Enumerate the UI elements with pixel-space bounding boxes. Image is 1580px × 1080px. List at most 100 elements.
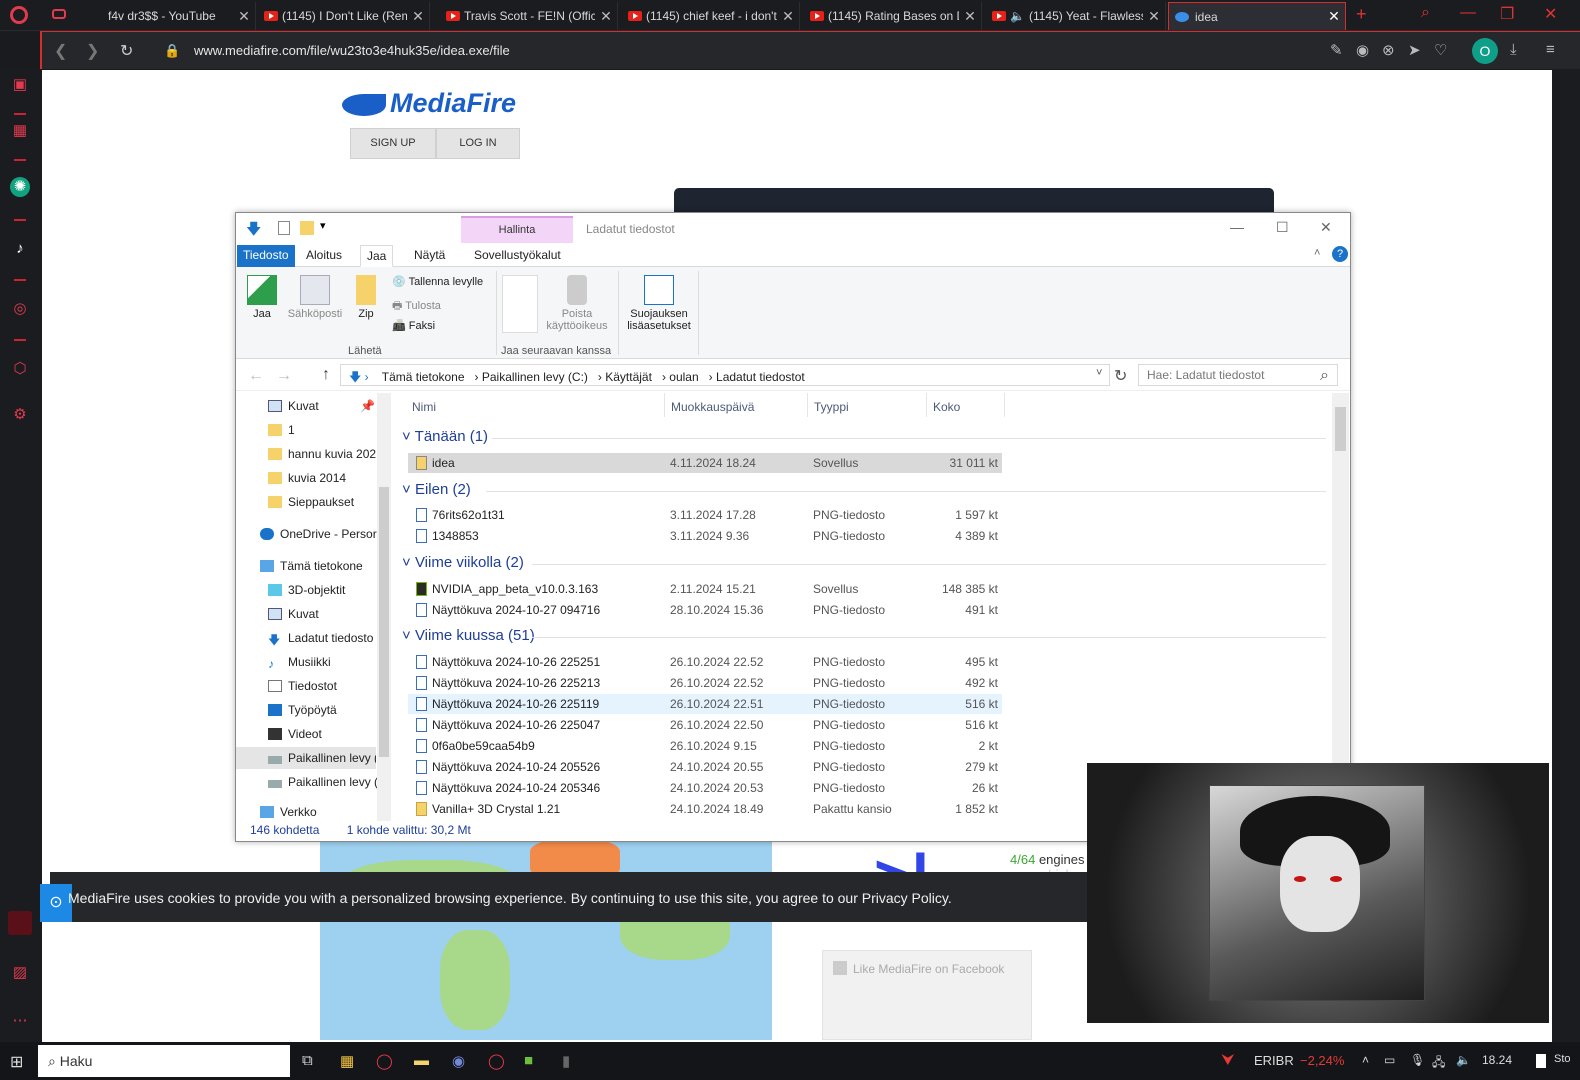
customize-qat-icon[interactable]: ▾	[320, 219, 326, 232]
file-row[interactable]: Näyttökuva 2024-10-26 225251 26.10.2024 2…	[408, 652, 1002, 672]
nav-item[interactable]: Kuvat 📌	[268, 395, 393, 417]
up-icon[interactable]: ↑	[322, 366, 330, 384]
group-header[interactable]: ˅ Tänään (1)	[402, 428, 488, 445]
file-row[interactable]: 1348853 3.11.2024 9.36 PNG-tiedosto 4 389 k…	[408, 526, 1002, 546]
gallery-icon[interactable]: ▨	[8, 961, 32, 985]
forward-icon[interactable]: ❯	[86, 41, 99, 61]
signup-button[interactable]: SIGN UP	[350, 128, 436, 159]
breadcrumb-item[interactable]: oulan	[669, 370, 698, 384]
tab-3[interactable]: Travis Scott - FE!N (Offic ✕	[440, 2, 618, 30]
microphone-icon[interactable]: 🎙	[1410, 1053, 1425, 1067]
forward-icon[interactable]: →	[276, 367, 292, 385]
tab-1[interactable]: f4v dr3$$ - YouTube ✕	[80, 2, 256, 30]
down-arrow-icon[interactable]: 🡇	[246, 219, 261, 244]
tab-file[interactable]: Tiedosto	[237, 245, 295, 267]
nav-item[interactable]: 1	[268, 419, 393, 441]
print-button[interactable]: 🖶 Tulosta	[392, 297, 441, 316]
close-tab-icon[interactable]: ✕	[595, 8, 617, 25]
nav-item[interactable]: Työpöytä	[268, 699, 393, 721]
share-button[interactable]: Jaa	[246, 275, 278, 320]
tab-idea-active[interactable]: idea ✕	[1168, 2, 1346, 30]
file-row[interactable]: Näyttökuva 2024-10-24 205346 24.10.2024 2…	[408, 778, 1002, 798]
back-icon[interactable]: ←	[248, 367, 264, 385]
tab-app-tools[interactable]: Sovellustyökalut	[468, 245, 567, 267]
camera-icon[interactable]: ◉	[1356, 41, 1369, 59]
cube-icon[interactable]: ⬡	[8, 357, 32, 381]
file-explorer-icon[interactable]: ▬	[414, 1052, 429, 1069]
stock-name[interactable]: ERIBR	[1254, 1053, 1294, 1068]
file-list-scrollbar[interactable]	[1332, 393, 1349, 821]
nav-item[interactable]: Paikallinen levy (	[268, 771, 393, 793]
column-date[interactable]: Muokkauspäivä	[671, 400, 754, 414]
breadcrumb-item[interactable]: Paikallinen levy (C:)	[482, 370, 588, 384]
refresh-icon[interactable]: ↻	[1114, 366, 1127, 386]
share-with-list[interactable]	[502, 275, 538, 333]
minecraft-icon[interactable]: ■	[524, 1052, 533, 1069]
settings-icon[interactable]: ⚙	[8, 403, 32, 427]
remove-access-button[interactable]: Poista käyttöoikeus	[542, 275, 612, 332]
breadcrumb[interactable]: 🡇 › Tämä tietokone › Paikallinen levy (C:…	[340, 364, 1110, 386]
back-icon[interactable]: ❮	[54, 41, 67, 61]
chatgpt-icon[interactable]: ✺	[10, 177, 30, 197]
task-view-icon[interactable]: ⧉	[302, 1052, 313, 1069]
twitch-icon[interactable]: ▣	[8, 73, 32, 97]
nav-item-downloads[interactable]: 🡇 Ladatut tiedosto	[268, 627, 378, 649]
tab-4[interactable]: (1145) chief keef - i don't ✕	[622, 2, 800, 30]
column-name[interactable]: Nimi	[412, 400, 436, 414]
group-header[interactable]: ˅ Viime viikolla (2)	[402, 554, 524, 571]
tab-share[interactable]: Jaa	[360, 245, 394, 267]
properties-icon[interactable]	[278, 221, 290, 235]
nav-item[interactable]: Verkko	[260, 801, 393, 821]
file-row[interactable]: Vanilla+ 3D Crystal 1.21 24.10.2024 18.49…	[408, 799, 1002, 819]
windows-start-icon[interactable]: ⊞	[10, 1052, 23, 1072]
nav-item[interactable]: Videot	[268, 723, 393, 745]
new-folder-icon[interactable]	[300, 221, 314, 235]
opera-menu-icon[interactable]	[10, 6, 28, 24]
tab-6[interactable]: 🔈 (1145) Yeat - Flawless ✕	[986, 2, 1166, 30]
zip-button[interactable]: Zip	[352, 275, 380, 320]
discord-icon[interactable]: ◉	[452, 1052, 465, 1070]
reload-icon[interactable]: ↻	[120, 41, 133, 61]
facebook-like-box[interactable]: Like MediaFire on Facebook	[822, 950, 1032, 1040]
close-tab-icon[interactable]: ✕	[959, 8, 981, 25]
url-field[interactable]: www.mediafire.com/file/wu23to3e4huk35e/i…	[194, 43, 510, 58]
tab-home[interactable]: Aloitus	[300, 245, 348, 267]
close-icon[interactable]: ✕	[1320, 219, 1332, 236]
opera-gx-icon[interactable]: ◯	[488, 1052, 505, 1070]
profile-avatar[interactable]: O	[1472, 38, 1498, 64]
nav-item[interactable]: hannu kuvia 202	[268, 443, 393, 465]
nav-item[interactable]: Kuvat	[268, 603, 393, 625]
minimize-icon[interactable]: —	[1230, 219, 1244, 235]
clock[interactable]: 18.24	[1482, 1053, 1512, 1067]
file-row[interactable]: NVIDIA_app_beta_v10.0.3.163 2.11.2024 15.…	[408, 579, 1002, 599]
collapse-ribbon-icon[interactable]: ˄	[1314, 247, 1320, 259]
fax-button[interactable]: 📠 Faksi	[392, 319, 435, 332]
file-row-hovered[interactable]: Näyttökuva 2024-10-26 225119 26.10.2024 2…	[408, 694, 1002, 714]
history-dropdown-icon[interactable]: ˅	[1096, 367, 1102, 379]
app-icon[interactable]: ▮	[562, 1052, 570, 1070]
advanced-security-button[interactable]: Suojauksen lisäasetukset	[624, 275, 694, 332]
file-row[interactable]: 76rits62o1t31 3.11.2024 17.28 PNG-tiedosto…	[408, 505, 1002, 525]
help-icon[interactable]: ?	[1332, 246, 1348, 262]
maximize-icon[interactable]: ☐	[1276, 219, 1289, 236]
scroll-thumb[interactable]	[1335, 407, 1346, 451]
adblock-icon[interactable]: ⊗	[1382, 41, 1395, 59]
nav-item[interactable]: ♪ Musiikki	[268, 651, 393, 673]
breadcrumb-item[interactable]: Tämä tietokone	[382, 370, 465, 384]
send-icon[interactable]: ➤	[1408, 41, 1421, 59]
context-tab-manage[interactable]: Hallinta	[461, 216, 573, 243]
tab-5[interactable]: (1145) Rating Bases on D ✕	[804, 2, 982, 30]
nav-item[interactable]: OneDrive - Persor	[260, 523, 378, 545]
pinned-app-icon[interactable]	[8, 911, 32, 935]
heart-icon[interactable]: ♡	[1434, 41, 1447, 59]
breadcrumb-item[interactable]: Käyttäjät	[605, 370, 652, 384]
nav-scrollbar[interactable]	[377, 393, 391, 821]
chevron-up-icon[interactable]: ˄	[1362, 1053, 1369, 1067]
search-input[interactable]: Hae: Ladatut tiedostot	[1138, 364, 1338, 386]
taskbar-search[interactable]: ⌕ Haku	[38, 1045, 290, 1077]
opera-icon[interactable]: ◯	[376, 1052, 393, 1070]
nav-item[interactable]: kuvia 2014	[268, 467, 393, 489]
tiktok-icon[interactable]: ♪	[8, 237, 32, 261]
group-header[interactable]: ˅ Eilen (2)	[402, 481, 471, 498]
close-window-icon[interactable]: ✕	[1544, 4, 1557, 24]
